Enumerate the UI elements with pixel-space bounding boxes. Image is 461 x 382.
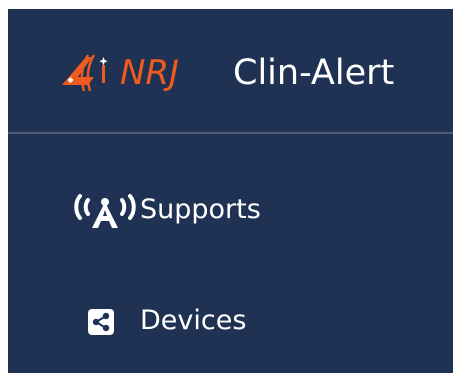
flame-logo-icon (62, 54, 108, 92)
sidebar-item-devices[interactable]: Devices (8, 289, 453, 353)
broadcast-tower-icon (70, 190, 142, 230)
sidebar-item-label: Devices (140, 305, 247, 336)
app-title: Clin-Alert (233, 53, 395, 93)
sidebar: NRJ Clin-Alert Supports Devices (8, 9, 453, 373)
sidebar-item-supports[interactable]: Supports (8, 178, 453, 242)
logo-wordmark: NRJ (120, 53, 180, 93)
sidebar-item-label: Supports (140, 194, 261, 225)
logo[interactable]: NRJ (58, 51, 242, 95)
brand-header[interactable]: NRJ Clin-Alert (8, 9, 453, 133)
share-square-icon (70, 301, 142, 341)
divider (8, 132, 453, 134)
